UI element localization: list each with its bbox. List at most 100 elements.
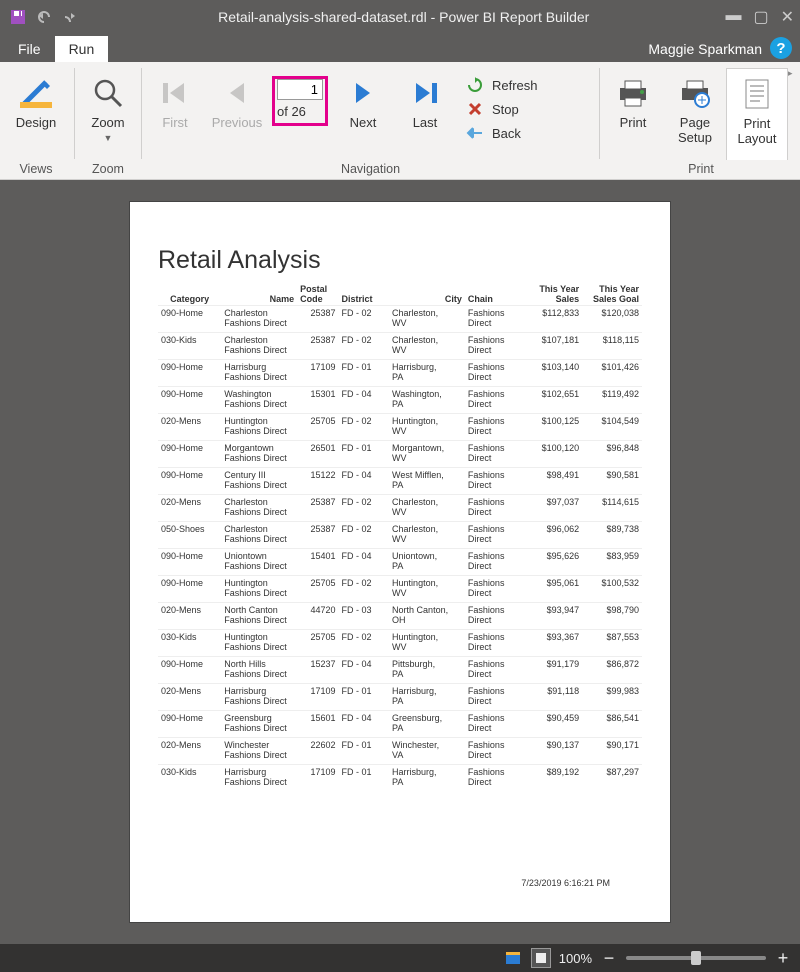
report-title: Retail Analysis xyxy=(158,246,642,275)
next-button[interactable]: Next xyxy=(332,68,394,160)
table-row: 090-HomeGreensburg15601FD - 04Greensburg… xyxy=(158,711,642,724)
table-row: 020-MensHarrisburg17109FD - 01Harrisburg… xyxy=(158,684,642,697)
col-city: City xyxy=(389,283,465,306)
col-sales: This Year Sales xyxy=(522,283,582,306)
previous-icon xyxy=(222,74,252,112)
report-page: Retail Analysis Category Name Postal Cod… xyxy=(130,202,670,922)
table-row: 090-HomeUniontown15401FD - 04Uniontown,F… xyxy=(158,549,642,562)
page-total: of 26 xyxy=(277,104,323,119)
tab-file[interactable]: File xyxy=(4,36,55,62)
table-row: Fashions DirectWVDirect xyxy=(158,318,642,333)
page-setup-button[interactable]: Page Setup xyxy=(664,68,726,160)
table-row: 030-KidsHarrisburg17109FD - 01Harrisburg… xyxy=(158,765,642,778)
previous-button: Previous xyxy=(206,68,268,160)
print-icon xyxy=(616,74,650,112)
table-row: Fashions DirectPADirect xyxy=(158,696,642,711)
table-row: 020-MensCharleston25387FD - 02Charleston… xyxy=(158,495,642,508)
table-row: Fashions DirectWVDirect xyxy=(158,453,642,468)
view-layout-icon[interactable] xyxy=(531,948,551,968)
page-number-input[interactable] xyxy=(277,79,323,100)
undo-icon[interactable] xyxy=(32,5,56,29)
report-canvas: Retail Analysis Category Name Postal Cod… xyxy=(0,180,800,944)
zoom-slider[interactable] xyxy=(626,956,766,960)
ribbon-overflow-icon[interactable]: ▸ xyxy=(788,68,800,79)
first-icon xyxy=(160,74,190,112)
table-row: Fashions DirectWVDirect xyxy=(158,642,642,657)
table-row: Fashions DirectPADirect xyxy=(158,669,642,684)
table-row: 090-HomeCentury III15122FD - 04West Miff… xyxy=(158,468,642,481)
refresh-button[interactable]: Refresh xyxy=(466,76,538,94)
user-name: Maggie Sparkman xyxy=(642,36,768,62)
col-category: Category xyxy=(158,283,221,306)
page-setup-icon xyxy=(678,74,712,112)
first-button: First xyxy=(144,68,206,160)
print-layout-icon xyxy=(742,75,772,113)
back-button[interactable]: Back xyxy=(466,124,538,142)
col-name: Name xyxy=(221,283,297,306)
table-row: Fashions DirectWVDirect xyxy=(158,588,642,603)
table-row: Fashions DirectWVDirect xyxy=(158,345,642,360)
help-icon[interactable]: ? xyxy=(770,37,792,59)
table-row: 030-KidsCharleston25387FD - 02Charleston… xyxy=(158,333,642,346)
zoom-in-button[interactable]: + xyxy=(774,948,792,969)
table-row: 090-HomeWashington15301FD - 04Washington… xyxy=(158,387,642,400)
refresh-icon xyxy=(466,76,484,94)
tab-run[interactable]: Run xyxy=(55,36,109,62)
table-row: Fashions DirectPADirect xyxy=(158,723,642,738)
table-row: 020-MensHuntington25705FD - 02Huntington… xyxy=(158,414,642,427)
titlebar: Retail-analysis-shared-dataset.rdl - Pow… xyxy=(0,0,800,34)
last-button[interactable]: Last xyxy=(394,68,456,160)
table-row: Fashions DirectWVDirect xyxy=(158,534,642,549)
report-table: Category Name Postal Code District City … xyxy=(158,283,642,791)
zoom-button[interactable]: Zoom ▼ xyxy=(77,68,139,160)
table-row: Fashions DirectWVDirect xyxy=(158,426,642,441)
table-row: 030-KidsHuntington25705FD - 02Huntington… xyxy=(158,630,642,643)
view-normal-icon[interactable] xyxy=(503,948,523,968)
close-icon[interactable]: ✕ xyxy=(781,7,794,27)
table-row: 050-ShoesCharleston25387FD - 02Charlesto… xyxy=(158,522,642,535)
col-chain: Chain xyxy=(465,283,522,306)
table-row: 020-MensNorth Canton44720FD - 03North Ca… xyxy=(158,603,642,616)
print-layout-button[interactable]: Print Layout xyxy=(726,68,788,160)
chevron-down-icon: ▼ xyxy=(104,133,113,143)
col-goal: This Year Sales Goal xyxy=(582,283,642,306)
stop-icon xyxy=(466,100,484,118)
redo-icon[interactable] xyxy=(58,5,82,29)
group-print-label: Print xyxy=(602,162,800,179)
design-button[interactable]: Design xyxy=(0,68,72,160)
table-row: Fashions DirectPADirect xyxy=(158,561,642,576)
table-row: Fashions DirectPADirect xyxy=(158,372,642,387)
design-icon xyxy=(18,74,54,112)
stop-button[interactable]: Stop xyxy=(466,100,538,118)
table-row: Fashions DirectWVDirect xyxy=(158,507,642,522)
group-nav-label: Navigation xyxy=(144,162,597,179)
group-zoom-label: Zoom xyxy=(77,162,139,179)
table-row: 090-HomeHuntington25705FD - 02Huntington… xyxy=(158,576,642,589)
status-bar: 100% − + xyxy=(0,944,800,972)
next-icon xyxy=(348,74,378,112)
tab-strip: File Run Maggie Sparkman ? xyxy=(0,34,800,62)
table-row: Fashions DirectPADirect xyxy=(158,480,642,495)
back-icon xyxy=(466,124,484,142)
zoom-icon xyxy=(91,74,125,112)
table-row: Fashions DirectPADirect xyxy=(158,777,642,791)
ribbon: Design Views Zoom ▼ Zoom First Previous xyxy=(0,62,800,180)
zoom-out-button[interactable]: − xyxy=(600,948,618,969)
table-row: 090-HomeHarrisburg17109FD - 01Harrisburg… xyxy=(158,360,642,373)
maximize-icon[interactable]: ▢ xyxy=(753,7,768,27)
print-button[interactable]: Print xyxy=(602,68,664,160)
table-row: 090-HomeCharleston25387FD - 02Charleston… xyxy=(158,306,642,319)
last-icon xyxy=(410,74,440,112)
table-row: Fashions DirectPADirect xyxy=(158,399,642,414)
group-views-label: Views xyxy=(0,162,72,179)
table-row: Fashions DirectOHDirect xyxy=(158,615,642,630)
col-district: District xyxy=(338,283,389,306)
report-timestamp: 7/23/2019 6:16:21 PM xyxy=(521,878,610,888)
save-icon[interactable] xyxy=(6,5,30,29)
table-row: 020-MensWinchester22602FD - 01Winchester… xyxy=(158,738,642,751)
window-title: Retail-analysis-shared-dataset.rdl - Pow… xyxy=(82,9,725,25)
zoom-level: 100% xyxy=(559,951,592,966)
table-row: Fashions DirectVADirect xyxy=(158,750,642,765)
col-postal: Postal Code xyxy=(297,283,338,306)
minimize-icon[interactable]: ▬ xyxy=(725,7,741,27)
